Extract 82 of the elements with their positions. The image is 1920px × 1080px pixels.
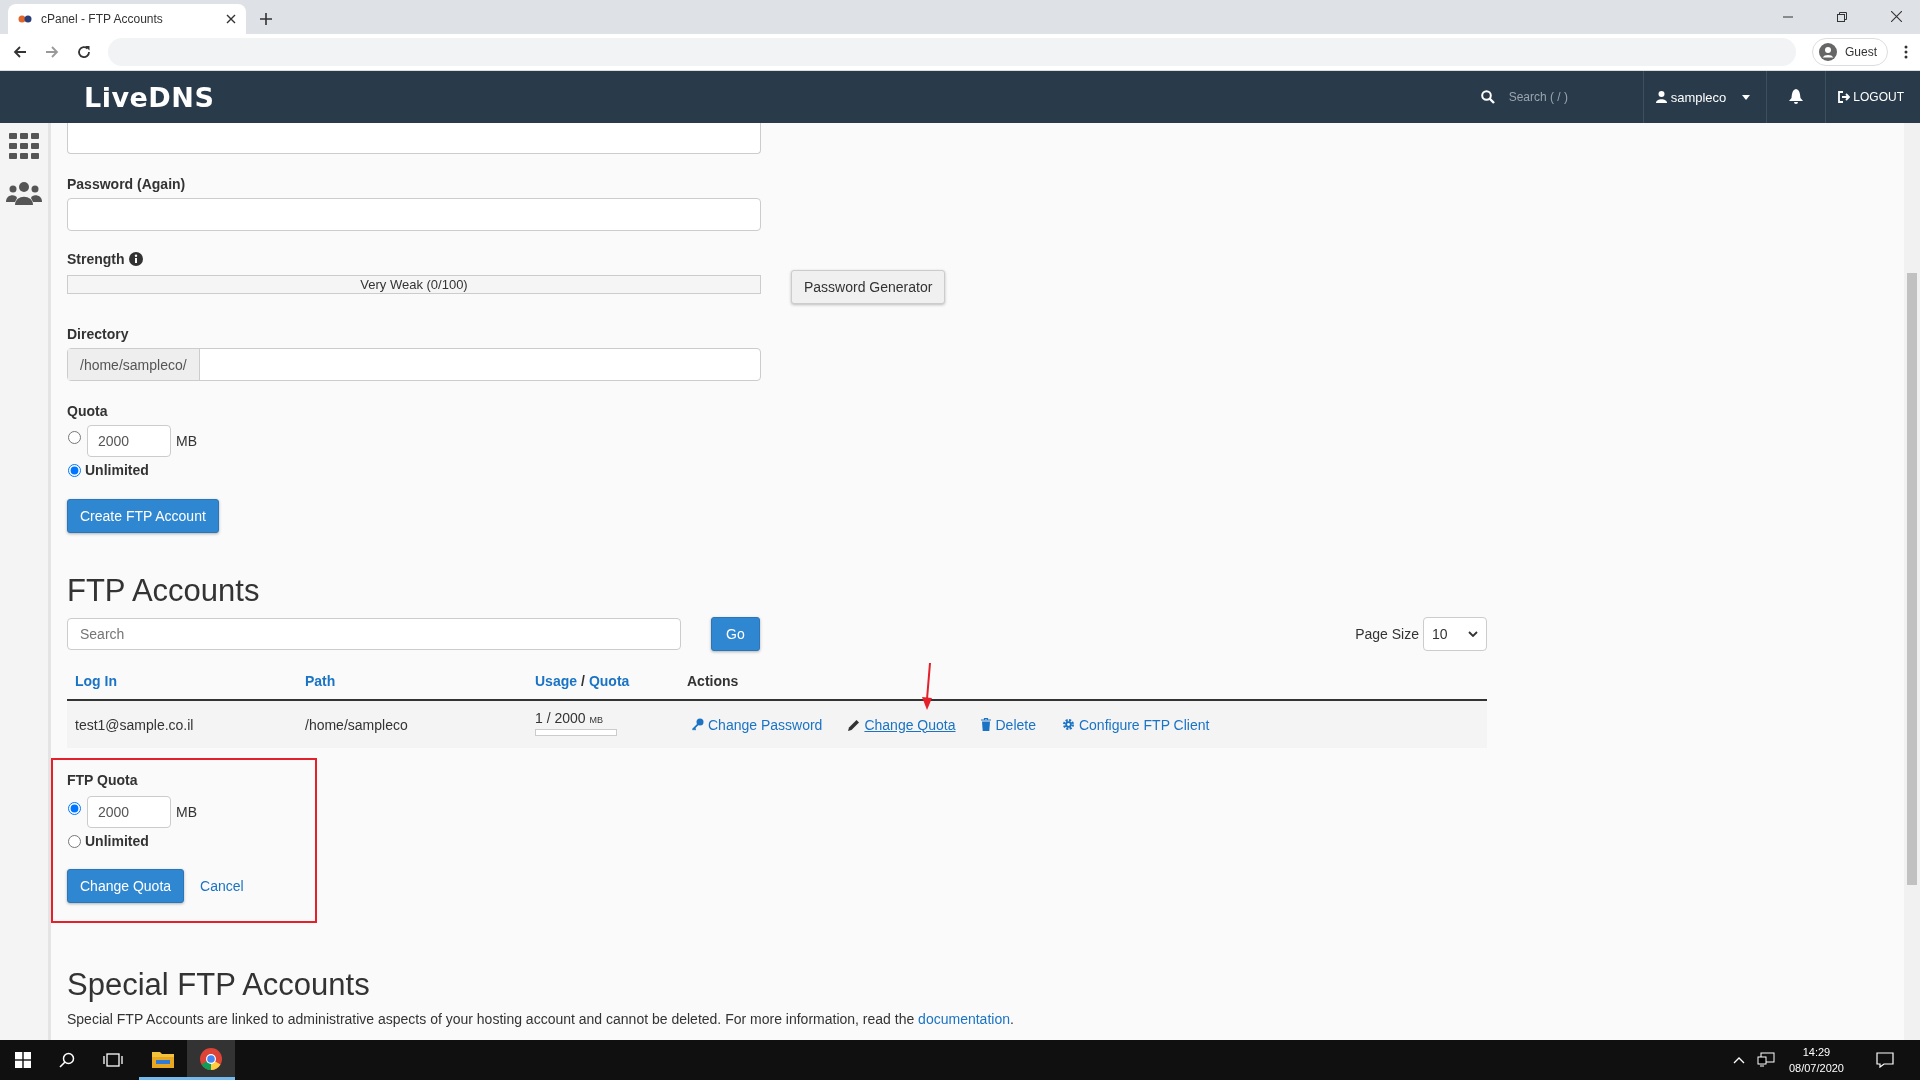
radio-button[interactable] [68,801,81,815]
unit-label: MB [176,433,197,449]
restore-icon[interactable] [1837,12,1847,22]
documentation-link[interactable]: documentation [918,1011,1010,1027]
browser-tab[interactable]: cPanel - FTP Accounts [8,4,246,34]
forward-icon[interactable] [44,44,60,60]
trash-icon [981,718,992,731]
password-generator-button[interactable]: Password Generator [791,269,946,304]
unit-label: MB [176,804,197,820]
field-label: FTP Quota [67,772,138,788]
action-link[interactable]: Configure FTP Client [1061,716,1210,733]
table-cell-text: /home/sampleco [304,716,409,733]
action-link[interactable]: Delete [981,716,1036,733]
annotation-arrow [920,663,934,711]
users-icon[interactable] [6,181,42,205]
back-icon[interactable] [12,44,28,60]
logout-button[interactable]: LOGOUT [1825,71,1904,123]
windows-start-icon[interactable] [15,1052,31,1068]
notifications-icon[interactable] [1876,1052,1894,1068]
quota-field[interactable]: 2000 [87,796,171,828]
menu-icon[interactable] [1904,45,1908,59]
section-heading: FTP Accounts [67,573,260,609]
chevron-down-icon [1468,631,1478,637]
gear-icon [1061,718,1075,731]
sort-link[interactable]: Usage [535,673,578,689]
page-size-dropdown[interactable]: 10 [1423,617,1487,651]
new-tab-icon[interactable] [260,13,272,25]
logout-icon [1838,91,1851,103]
tab-title: cPanel - FTP Accounts [41,12,164,26]
create-ftp-account-button[interactable]: Create FTP Account [67,499,219,533]
action-link[interactable]: Change Quota [848,716,956,733]
sort-link[interactable]: Quota [588,673,630,689]
grid-icon[interactable] [9,133,39,159]
column-header: Actions [687,673,739,689]
avatar-icon [1819,43,1837,61]
caret-icon [1742,94,1751,100]
change-quota-button[interactable]: Change Quota [67,869,185,903]
password-again-field[interactable] [67,198,761,231]
sort-link[interactable]: Log In [75,673,117,689]
info-icon[interactable] [128,252,143,266]
field-label: Password (Again) [67,176,186,192]
browser-icon[interactable] [187,1040,235,1080]
close-icon[interactable] [1891,11,1902,22]
radio-label: Unlimited [85,833,149,849]
logo[interactable]: LiveDNS [84,81,215,113]
search-field[interactable]: Search [67,618,681,650]
chevron-up-icon[interactable] [1732,1056,1745,1064]
field-label: Directory [67,326,129,342]
search-field[interactable]: Search ( / ) [1506,89,1621,105]
field-label: Strength [67,251,125,267]
radio-button[interactable] [68,463,81,477]
cancel-link[interactable]: Cancel [200,878,244,894]
section-heading: Special FTP Accounts [67,967,370,1003]
scrollbar[interactable] [1904,123,1920,1040]
column-header: / [581,673,585,689]
radio-label: Unlimited [85,462,149,478]
go-button[interactable]: Go [711,617,760,651]
reload-icon[interactable] [76,44,92,60]
bell-icon[interactable] [1789,89,1804,105]
network-icon[interactable] [1756,1052,1775,1068]
search-icon[interactable] [1480,90,1495,104]
clock[interactable]: 14:29 08/07/2020 [1788,1044,1844,1076]
sort-link[interactable]: Path [305,673,336,689]
user-icon [1655,91,1667,103]
key-icon [691,718,704,731]
usage-text: 1 / 2000 [535,709,586,726]
task-view-icon[interactable] [103,1052,123,1068]
action-link[interactable]: Change Password [691,716,823,733]
page-size-label: Page Size [1355,626,1419,642]
radio-button[interactable] [68,834,81,848]
strength-text: Very Weak (0/100) [360,277,468,292]
search-icon[interactable] [59,1052,75,1068]
close-icon[interactable] [226,14,236,24]
table-cell-text: test1@sample.co.il [74,716,195,733]
password-field[interactable] [67,123,761,154]
field-label: Quota [67,403,108,419]
user-menu[interactable]: sampleco [1643,71,1768,123]
quota-field[interactable]: 2000 [87,425,171,457]
description-text: Special FTP Accounts are linked to administrative aspects of your hosting account and cannot be deleted. For more information, read the documentation. [67,1011,1014,1027]
pencil-icon [848,718,861,731]
unit-label: MB [589,714,604,725]
radio-button[interactable] [68,430,81,444]
